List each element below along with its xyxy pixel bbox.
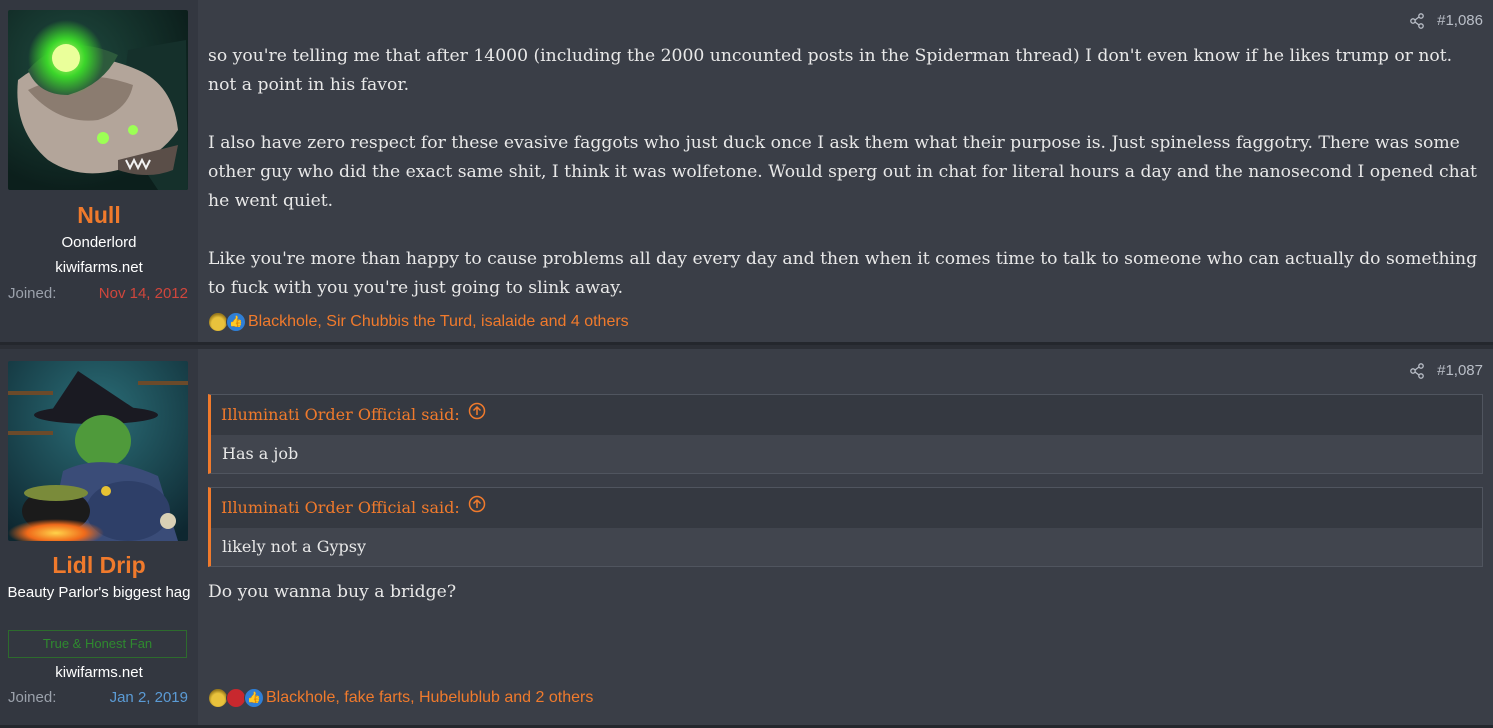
quote-header[interactable]: Illuminati Order Official said: [211,395,1482,435]
user-site: kiwifarms.net [55,664,143,681]
post-meta: #1,087 [1409,362,1483,379]
avatar[interactable] [8,361,188,541]
reaction-like-icon: 👍 [244,688,264,708]
joined-label: Joined: [8,689,57,706]
quote-author[interactable]: Illuminati Order Official said: [221,488,460,528]
reaction-medal-icon [208,312,228,332]
quote-block: Illuminati Order Official said: likely n… [208,487,1483,567]
post-paragraph: Do you wanna buy a bridge? [208,582,457,602]
post-paragraph: I also have zero respect for these evasi… [208,133,1477,211]
quote-author[interactable]: Illuminati Order Official said: [221,395,460,435]
joined-date: Nov 14, 2012 [98,285,188,302]
reaction-heart-icon [226,688,246,708]
share-icon[interactable] [1409,362,1425,379]
quote-text: likely not a Gypsy [211,528,1482,566]
post-1087: Lidl Drip Beauty Parlor's biggest hag Tr… [0,349,1493,728]
post-paragraph: so you're telling me that after 14000 (i… [208,46,1453,95]
post-body: so you're telling me that after 14000 (i… [208,42,1481,332]
post-body: Do you wanna buy a bridge? [208,578,1481,636]
post-number[interactable]: #1,087 [1437,362,1483,379]
user-title: Oonderlord [61,234,137,251]
quote-block: Illuminati Order Official said: Has a jo… [208,394,1483,474]
quote-header[interactable]: Illuminati Order Official said: [211,488,1482,528]
joined-label: Joined: [8,285,57,302]
user-site: kiwifarms.net [55,259,143,276]
user-banner: True & Honest Fan [8,630,187,658]
avatar[interactable] [8,10,188,190]
reaction-icons: 👍 [208,312,246,332]
username[interactable]: Lidl Drip [0,552,198,579]
post-meta: #1,086 [1409,12,1483,29]
reaction-medal-icon [208,688,228,708]
user-column: Lidl Drip Beauty Parlor's biggest hag Tr… [0,349,198,725]
reactions-bar[interactable]: 👍 Blackhole, Sir Chubbis the Turd, isala… [208,312,629,332]
username[interactable]: Null [0,202,198,229]
reactions-list[interactable]: Blackhole, Sir Chubbis the Turd, isalaid… [248,313,629,331]
reaction-icons: 👍 [208,688,264,708]
post-number[interactable]: #1,086 [1437,12,1483,29]
post-paragraph: Like you're more than happy to cause pro… [208,249,1478,298]
quote-jump-icon[interactable] [468,395,486,435]
quote-text: Has a job [211,435,1482,473]
reactions-list[interactable]: Blackhole, fake farts, Hubelublub and 2 … [266,689,593,707]
user-column: Null Oonderlord kiwifarms.net Joined: No… [0,0,198,342]
reactions-bar[interactable]: 👍 Blackhole, fake farts, Hubelublub and … [208,688,593,708]
reaction-like-icon: 👍 [226,312,246,332]
joined-date: Jan 2, 2019 [109,689,188,706]
post-1086: Null Oonderlord kiwifarms.net Joined: No… [0,0,1493,345]
quote-jump-icon[interactable] [468,488,486,528]
user-title: Beauty Parlor's biggest hag [7,584,191,601]
share-icon[interactable] [1409,12,1425,29]
